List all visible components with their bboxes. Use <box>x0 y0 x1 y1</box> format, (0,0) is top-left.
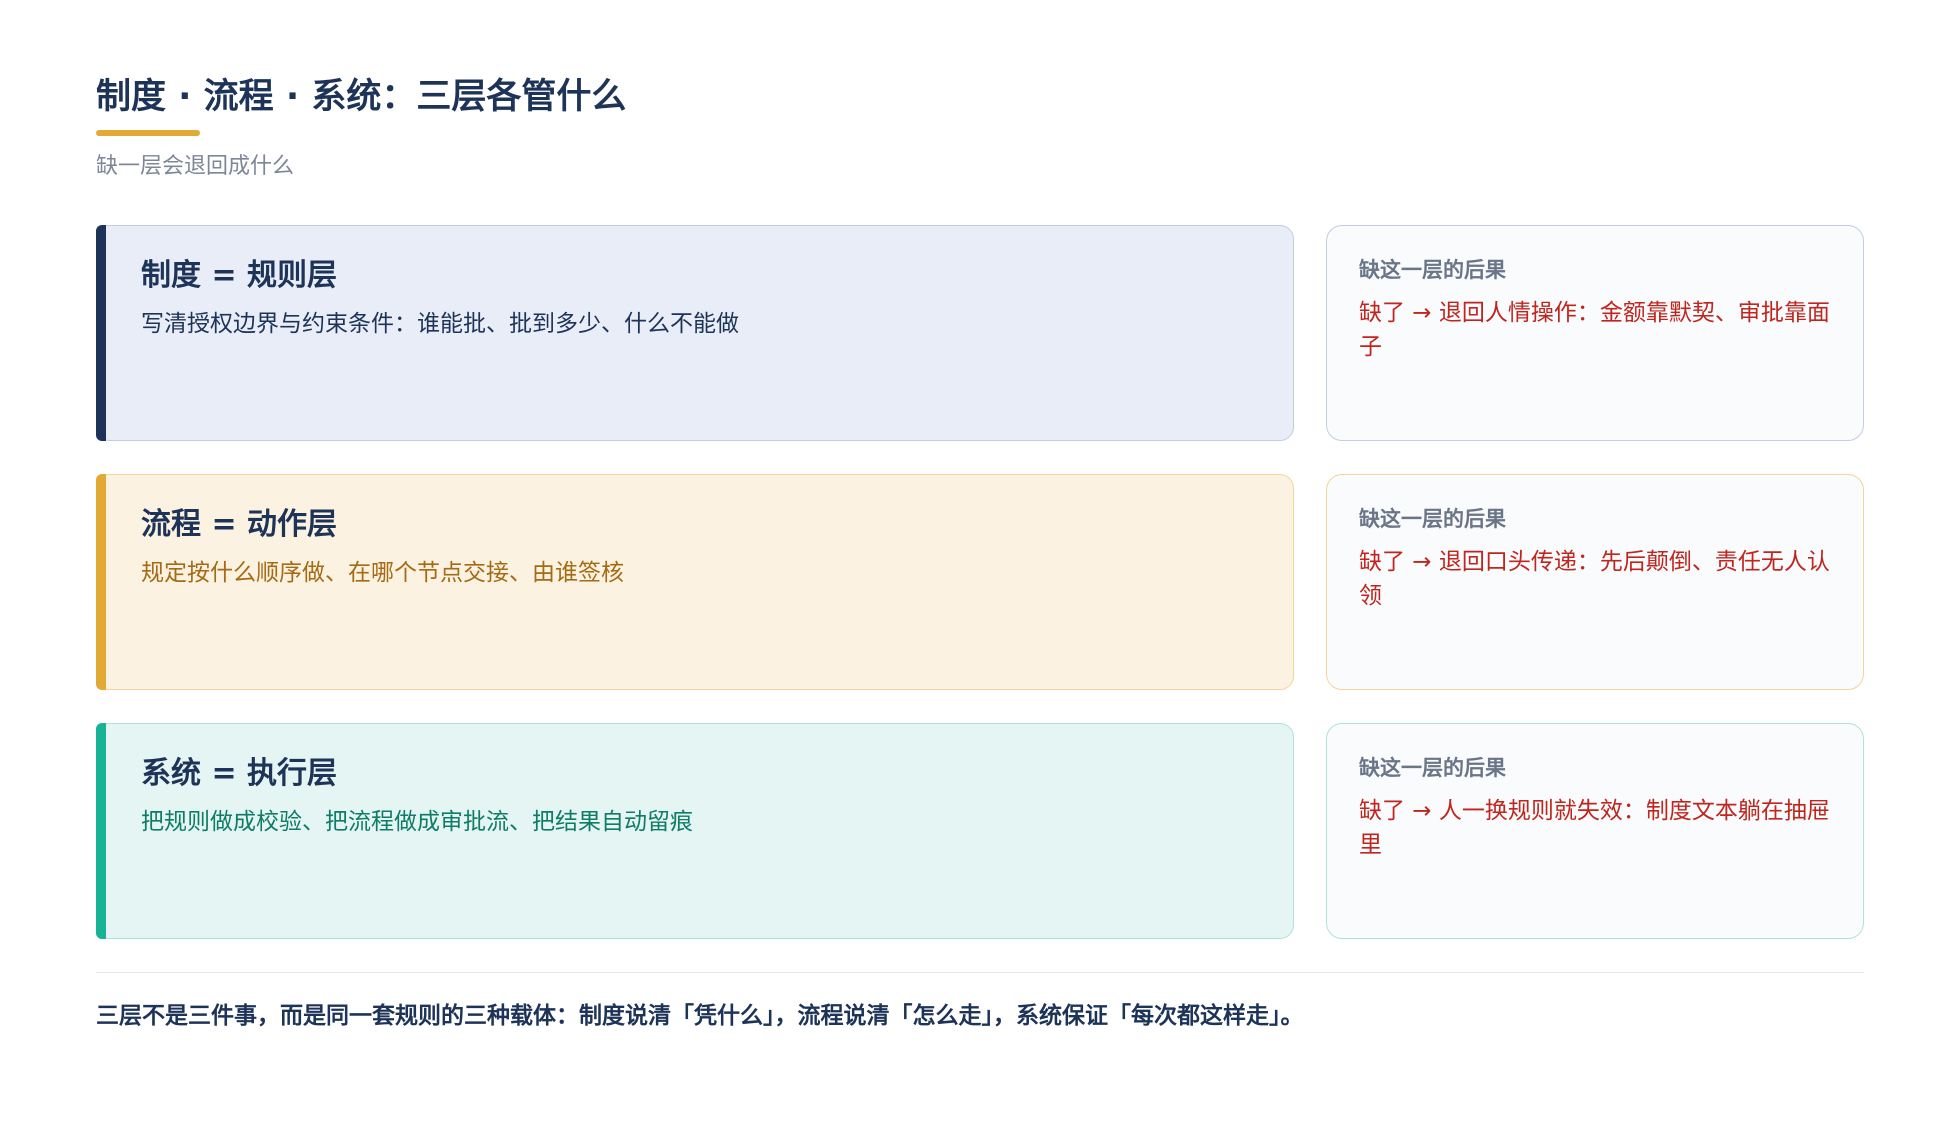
consequence-card-process: 缺这一层的后果 缺了 → 退回口头传递：先后颠倒、责任无人认领 <box>1326 474 1864 690</box>
consequence-heading: 缺这一层的后果 <box>1359 258 1506 282</box>
consequence-text: 缺了 → 退回人情操作：金额靠默契、审批靠面子 <box>1359 300 1830 360</box>
layer-row-rules: 制度 = 规则层 写清授权边界与约束条件：谁能批、批到多少、什么不能做 缺这一层… <box>96 225 1864 443</box>
section-divider <box>96 972 1864 973</box>
layer-card-rules: 制度 = 规则层 写清授权边界与约束条件：谁能批、批到多少、什么不能做 <box>96 225 1294 441</box>
consequence-heading: 缺这一层的后果 <box>1359 756 1506 780</box>
layer-description: 规定按什么顺序做、在哪个节点交接、由谁签核 <box>141 560 624 586</box>
layer-accent-bar <box>96 723 106 939</box>
diagram-page: 制度 · 流程 · 系统：三层各管什么 缺一层会退回成什么 制度 = 规则层 写… <box>96 76 1864 1032</box>
consequence-text: 缺了 → 退回口头传递：先后颠倒、责任无人认领 <box>1359 549 1830 609</box>
layer-row-system: 系统 = 执行层 把规则做成校验、把流程做成审批流、把结果自动留痕 缺这一层的后… <box>96 723 1864 941</box>
layer-row-process: 流程 = 动作层 规定按什么顺序做、在哪个节点交接、由谁签核 缺这一层的后果 缺… <box>96 474 1864 692</box>
layer-accent-bar <box>96 474 106 690</box>
layer-card-system: 系统 = 执行层 把规则做成校验、把流程做成审批流、把结果自动留痕 <box>96 723 1294 939</box>
title-underline <box>96 130 200 136</box>
layer-card-process: 流程 = 动作层 规定按什么顺序做、在哪个节点交接、由谁签核 <box>96 474 1294 690</box>
layer-name: 制度 = 规则层 <box>141 258 338 293</box>
page-title: 制度 · 流程 · 系统：三层各管什么 <box>96 77 627 117</box>
layer-name: 系统 = 执行层 <box>141 756 338 791</box>
layer-accent-bar <box>96 225 106 441</box>
summary-note: 三层不是三件事，而是同一套规则的三种载体：制度说清「凭什么」，流程说清「怎么走」… <box>96 1003 1304 1029</box>
layer-description: 写清授权边界与约束条件：谁能批、批到多少、什么不能做 <box>141 311 739 337</box>
consequence-card-system: 缺这一层的后果 缺了 → 人一换规则就失效：制度文本躺在抽屉里 <box>1326 723 1864 939</box>
layer-description: 把规则做成校验、把流程做成审批流、把结果自动留痕 <box>141 809 693 835</box>
consequence-heading: 缺这一层的后果 <box>1359 507 1506 531</box>
layer-list: 制度 = 规则层 写清授权边界与约束条件：谁能批、批到多少、什么不能做 缺这一层… <box>96 225 1864 941</box>
consequence-card-rules: 缺这一层的后果 缺了 → 退回人情操作：金额靠默契、审批靠面子 <box>1326 225 1864 441</box>
page-subtitle: 缺一层会退回成什么 <box>96 154 295 179</box>
consequence-text: 缺了 → 人一换规则就失效：制度文本躺在抽屉里 <box>1359 798 1830 858</box>
layer-name: 流程 = 动作层 <box>141 507 338 542</box>
